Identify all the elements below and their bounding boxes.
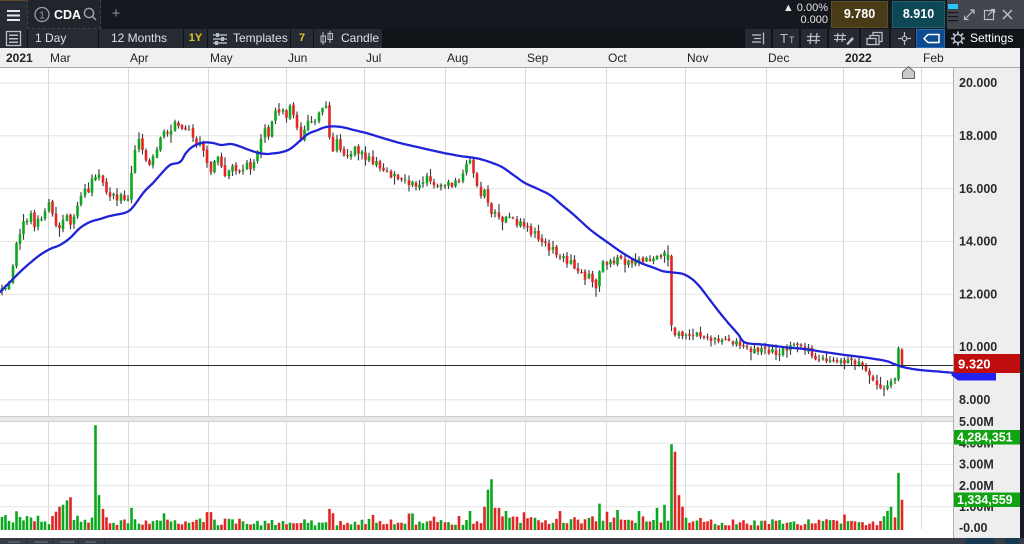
svg-text:10.000: 10.000 <box>959 340 997 354</box>
svg-text:5.00M: 5.00M <box>959 415 994 429</box>
svg-text:2021: 2021 <box>6 51 33 65</box>
svg-text:2022: 2022 <box>845 51 872 65</box>
svg-text:CDA: CDA <box>54 8 81 22</box>
svg-text:18.000: 18.000 <box>959 129 997 143</box>
svg-text:14.000: 14.000 <box>959 235 997 249</box>
svg-text:Feb: Feb <box>923 51 944 65</box>
svg-text:T: T <box>789 35 795 45</box>
svg-text:12.000: 12.000 <box>959 287 997 301</box>
svg-text:Aug: Aug <box>447 51 468 65</box>
svg-text:Sep: Sep <box>527 51 549 65</box>
svg-text:4,284,351: 4,284,351 <box>957 431 1013 445</box>
svg-text:1,334,559: 1,334,559 <box>957 493 1013 507</box>
svg-text:Dec: Dec <box>768 51 789 65</box>
svg-text:Mar: Mar <box>50 51 71 65</box>
svg-text:T: T <box>780 31 788 46</box>
svg-text:Jul: Jul <box>366 51 381 65</box>
svg-text:Oct: Oct <box>608 51 627 65</box>
svg-text:1: 1 <box>39 11 45 22</box>
svg-text:Nov: Nov <box>687 51 708 65</box>
svg-text:Apr: Apr <box>130 51 149 65</box>
svg-text:9.320: 9.320 <box>958 357 991 372</box>
svg-text:-0.00: -0.00 <box>959 521 988 535</box>
svg-text:May: May <box>210 51 233 65</box>
svg-text:8.000: 8.000 <box>959 393 990 407</box>
svg-text:20.000: 20.000 <box>959 76 997 90</box>
svg-text:2.00M: 2.00M <box>959 479 994 493</box>
svg-text:Jun: Jun <box>288 51 307 65</box>
svg-text:16.000: 16.000 <box>959 182 997 196</box>
svg-text:3.00M: 3.00M <box>959 458 994 472</box>
